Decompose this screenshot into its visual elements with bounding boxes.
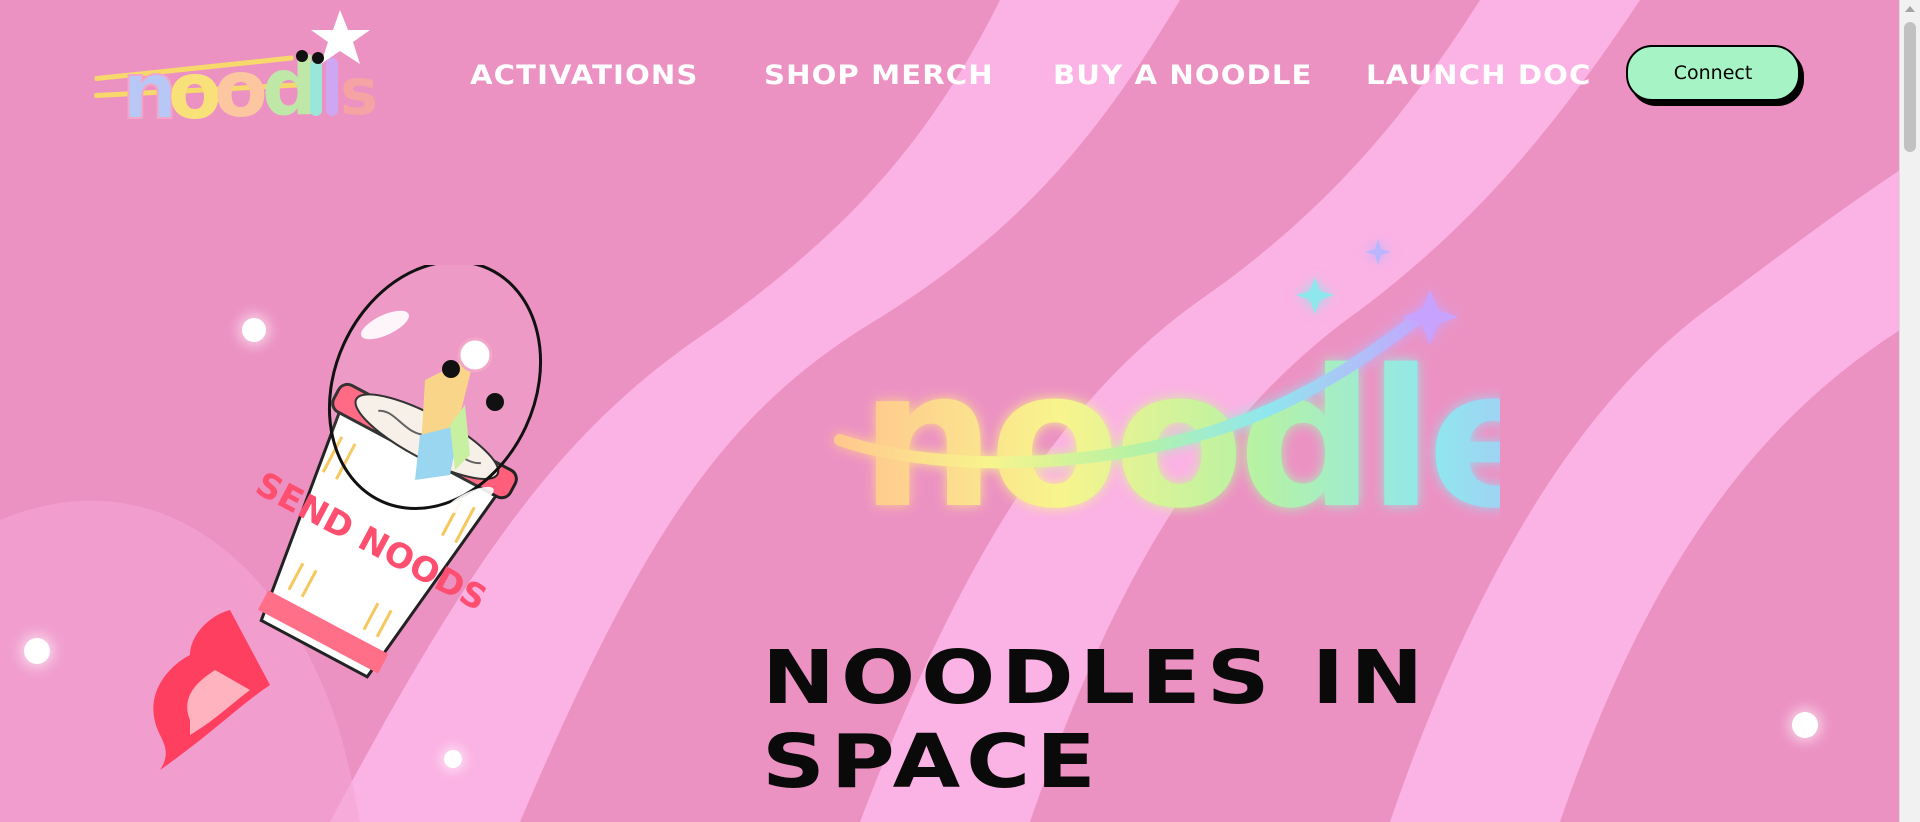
noodles-rainbow-logo-icon: noodles [834,239,1500,545]
hero-title: NOODLES IN SPACE [762,636,1429,804]
svg-text:s: s [340,56,378,128]
connect-button[interactable]: Connect [1626,45,1800,101]
bubble-decoration [24,638,50,664]
scroll-up-icon[interactable] [1905,6,1915,12]
hero-title-line-2: SPACE [762,719,1102,805]
bubble-decoration [1792,712,1818,738]
svg-text:o: o [214,45,268,128]
nav-buy-a-noodle-link[interactable]: BUY A NOODLE [1053,60,1313,91]
page-scrollbar[interactable] [1899,0,1920,822]
noodle-cup-rocket-icon: SEND NOODS [153,265,543,770]
nav-launch-doc-link[interactable]: LAUNCH DOC [1366,60,1592,91]
svg-text:d: d [262,43,318,128]
noodles-logo-icon[interactable]: n o o d s [92,8,392,128]
nav-activations-link[interactable]: ACTIVATIONS [470,60,698,91]
hero-title-line-1: NOODLES IN [762,635,1430,721]
scrollbar-thumb[interactable] [1904,22,1916,152]
nav-shop-merch-link[interactable]: SHOP MERCH [764,60,994,91]
